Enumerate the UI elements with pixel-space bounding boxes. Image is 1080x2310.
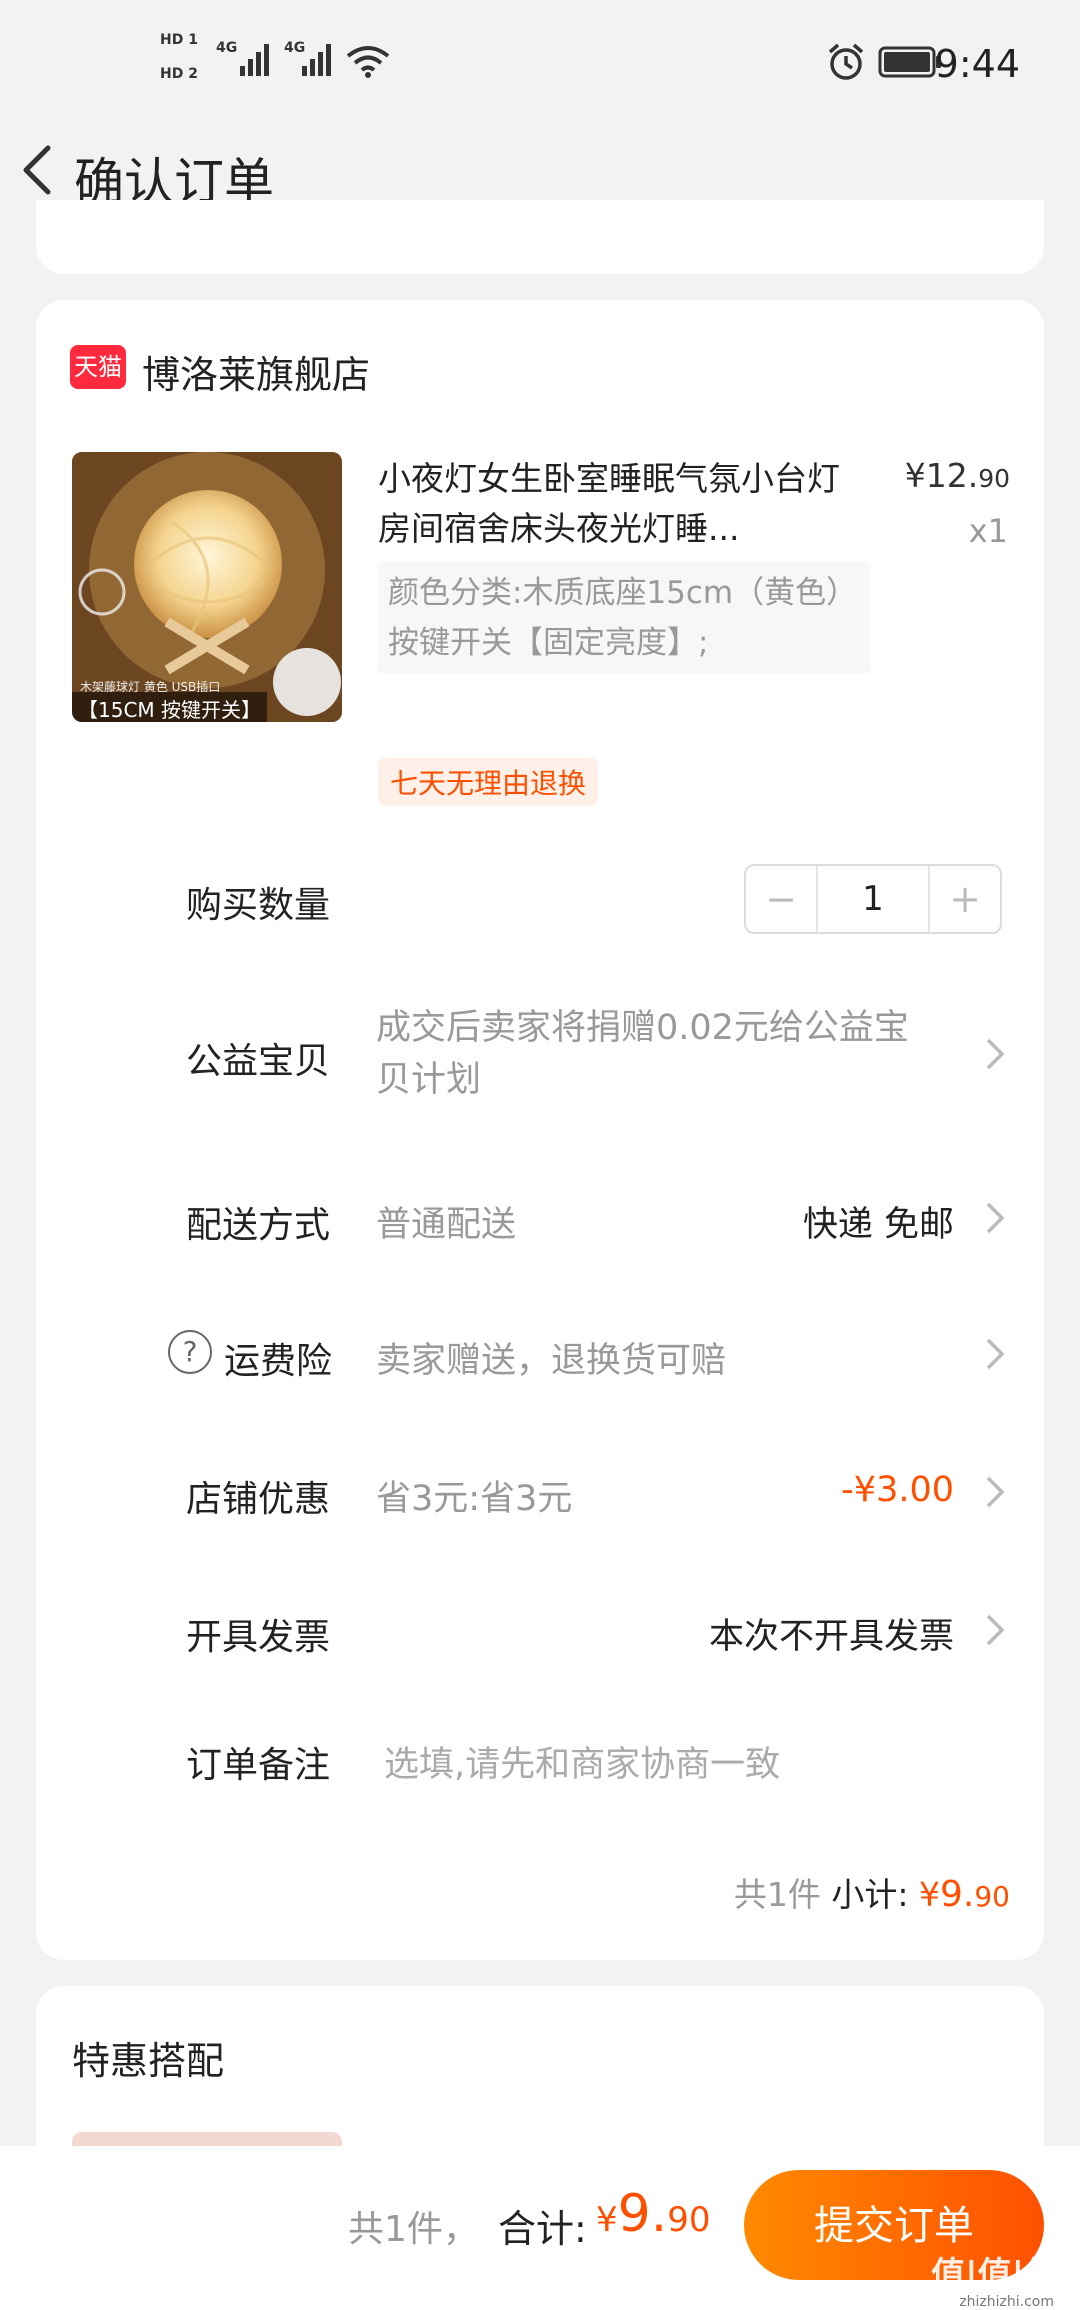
invoice-label: 开具发票 — [186, 1617, 331, 1658]
product-price: ¥12.90 — [905, 456, 1010, 495]
invoice-value[interactable]: 本次不开具发票 — [709, 1608, 954, 1659]
quantity-label: 购买数量 — [186, 885, 331, 926]
charity-label: 公益宝贝 — [186, 1041, 331, 1082]
delivery-chevron-icon[interactable] — [980, 1198, 1010, 1238]
return-policy-tag: 七天无理由退换 — [378, 758, 599, 806]
back-arrow-icon[interactable] — [10, 140, 70, 200]
total-label: 合计: — [498, 2207, 587, 2251]
price-int: 12. — [925, 456, 979, 495]
product-sku[interactable]: 颜色分类:木质底座15cm（黄色）按键开关【固定亮度】; — [378, 562, 870, 674]
watermark-site: zhizhizhi.com — [959, 2294, 1054, 2310]
order-note-input[interactable]: 选填,请先和商家协商一致 — [384, 1736, 780, 1787]
discount-amount[interactable]: -¥3.00 — [841, 1470, 954, 1510]
invoice-chevron-icon[interactable] — [980, 1610, 1010, 1650]
delivery-label: 配送方式 — [186, 1205, 331, 1246]
address-card-bottom — [36, 200, 1044, 274]
quantity-value[interactable]: 1 — [816, 866, 930, 932]
battery-icon — [878, 46, 941, 78]
charity-chevron-icon[interactable] — [980, 1034, 1010, 1074]
product-title[interactable]: 小夜灯女生卧室睡眠气氛小台灯房间宿舍床头夜光灯睡... — [378, 454, 858, 554]
total-decimal: 90 — [667, 2200, 711, 2240]
total-int: 9. — [617, 2184, 668, 2244]
total-currency: ¥ — [596, 2200, 618, 2240]
price-currency: ¥ — [904, 456, 926, 495]
price-decimal: 90 — [978, 464, 1010, 493]
checkout-bar: 共1件， 合计: ¥9.90 提交订单 值|值|值 zhizhizhi.com — [0, 2146, 1080, 2310]
help-icon[interactable]: ? — [168, 1330, 212, 1374]
quantity-plus-button[interactable]: + — [930, 866, 1000, 932]
charity-value[interactable]: 成交后卖家将捐赠0.02元给公益宝贝计划 — [376, 1002, 936, 1106]
delivery-value: 普通配送 — [376, 1205, 517, 1245]
bundle-title: 特惠搭配 — [72, 2039, 225, 2083]
discount-value: 省3元:省3元 — [376, 1479, 573, 1519]
subtotal-decimal: 90 — [974, 1880, 1010, 1913]
sim1-label: HD 1 — [160, 32, 198, 48]
subtotal-label: 小计: — [831, 1875, 909, 1914]
insurance-chevron-icon[interactable] — [980, 1334, 1010, 1374]
product-quantity: x1 — [968, 512, 1008, 550]
delivery-right[interactable]: 快递 免邮 — [803, 1196, 954, 1247]
quantity-stepper: − 1 + — [744, 864, 1002, 934]
signal-strength-2-icon — [302, 44, 331, 76]
insurance-value[interactable]: 卖家赠送，退换货可赔 — [376, 1332, 726, 1383]
subtotal-int: 9. — [940, 1874, 975, 1915]
image-caption: 【15CM 按键开关】 — [72, 692, 268, 722]
clock-time: 9:44 — [934, 42, 1020, 86]
total-count: 共1件， — [348, 2209, 479, 2250]
insurance-label: 运费险 — [224, 1341, 333, 1382]
note-label: 订单备注 — [186, 1745, 331, 1786]
shop-name[interactable]: 博洛莱旗舰店 — [142, 344, 370, 399]
wifi-icon — [346, 46, 390, 78]
subtotal-currency: ¥ — [919, 1875, 940, 1914]
tmall-badge: 天猫 — [70, 345, 126, 389]
discount-label: 店铺优惠 — [186, 1479, 331, 1520]
signal-strength-icon — [240, 44, 269, 76]
discount-chevron-icon[interactable] — [980, 1472, 1010, 1512]
subtotal-count: 共1件 — [733, 1875, 821, 1914]
sim2-label: HD 2 — [160, 66, 198, 82]
network-type-1: 4G — [216, 40, 238, 56]
total-amount: ¥9.90 — [596, 2184, 711, 2244]
alarm-icon — [828, 43, 864, 80]
subtotal: 共1件 小计: ¥9.90 — [734, 1868, 1010, 1916]
product-image[interactable]: 木架藤球灯 黄色 USB插口 【15CM 按键开关】 — [72, 452, 342, 722]
watermark-logo: 值|值|值 — [931, 2255, 1058, 2295]
status-bar: HD 1 HD 2 4G 4G 9:44 — [0, 0, 1080, 120]
quantity-minus-button[interactable]: − — [746, 866, 816, 932]
